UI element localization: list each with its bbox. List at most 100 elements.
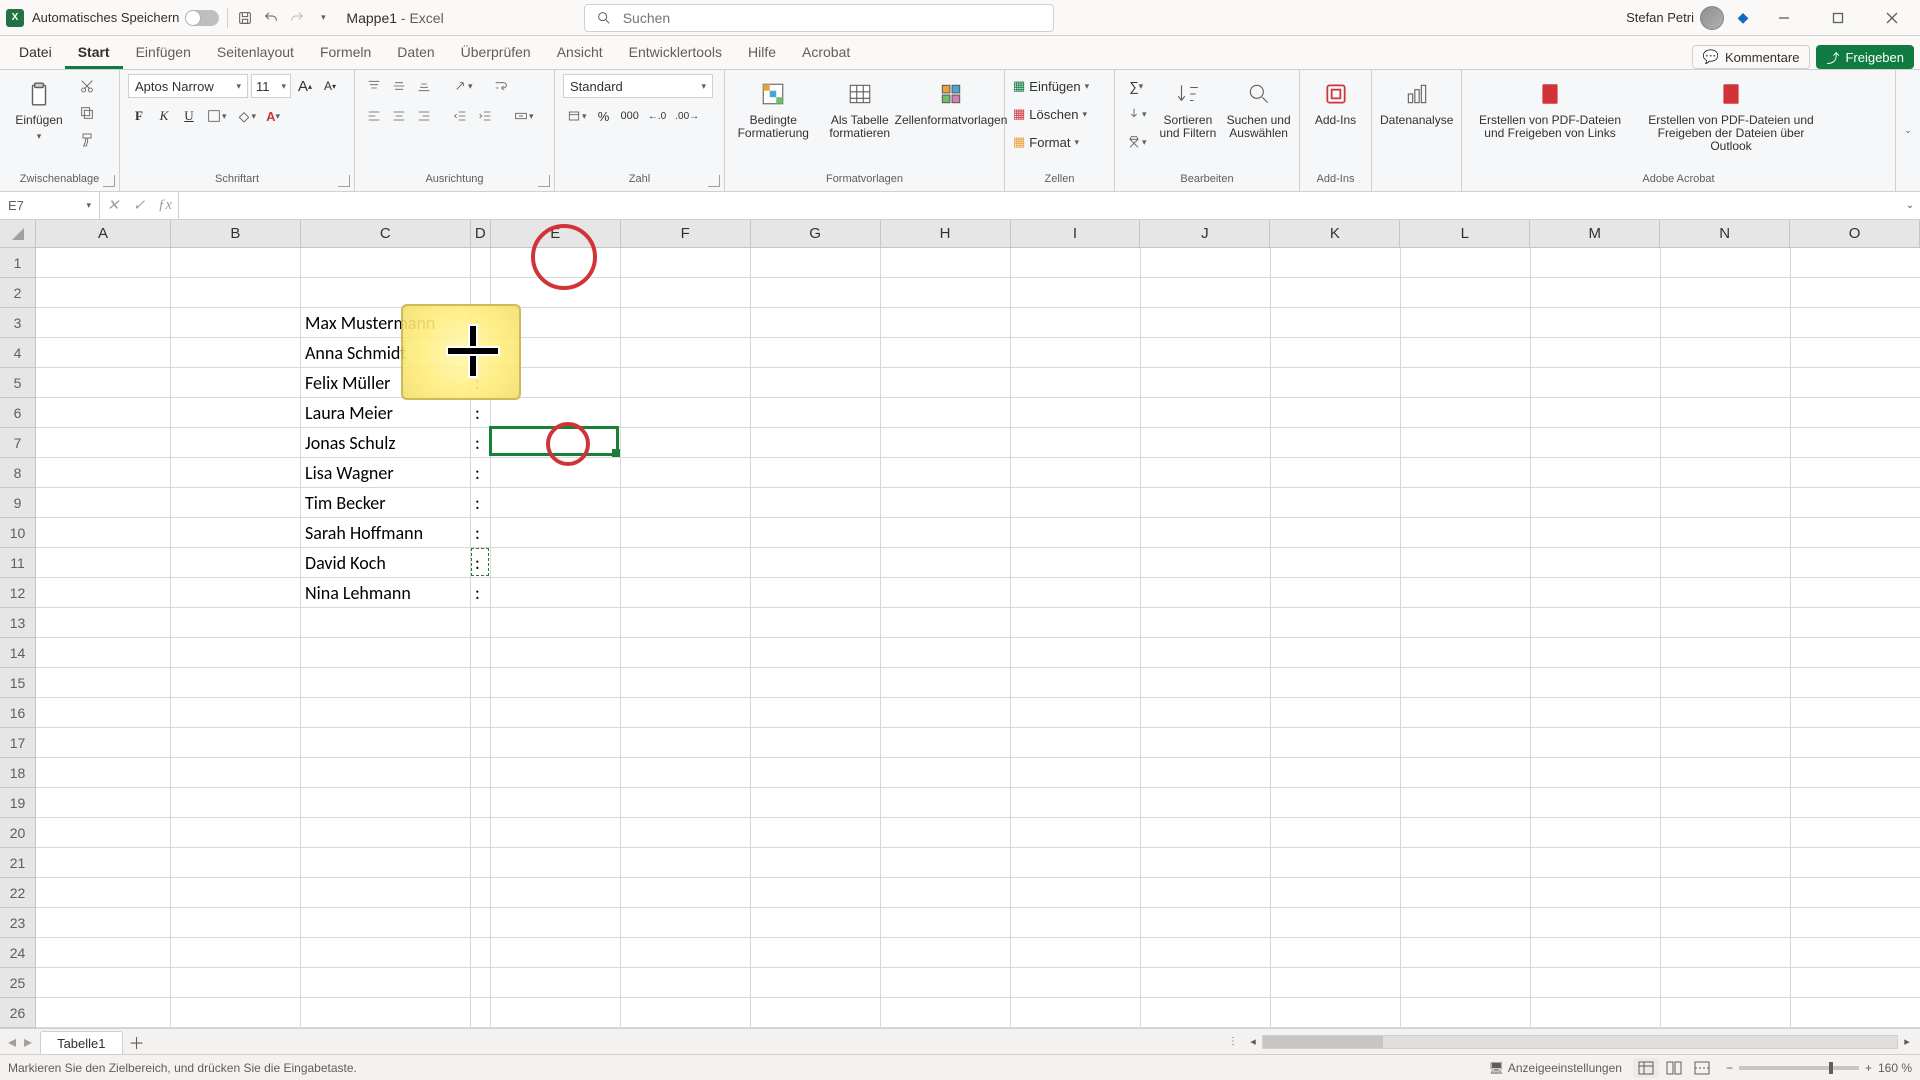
expand-formula-bar-button[interactable]: ⌄ [1900, 192, 1920, 219]
data-analysis-button[interactable]: Datenanalyse [1380, 74, 1453, 127]
row-headers[interactable]: 1234567891011121314151617181920212223242… [0, 248, 36, 1028]
row-header-14[interactable]: 14 [0, 638, 36, 668]
cell-C10[interactable]: Sarah Hoffmann [301, 518, 471, 548]
tab-view[interactable]: Ansicht [544, 35, 616, 69]
cell-C6[interactable]: Laura Meier [301, 398, 471, 428]
select-all-button[interactable] [0, 220, 36, 248]
row-header-3[interactable]: 3 [0, 308, 36, 338]
autosum-button[interactable]: ∑▾ [1123, 74, 1150, 98]
insert-function-button[interactable]: ƒx [152, 194, 178, 218]
row-header-15[interactable]: 15 [0, 668, 36, 698]
font-size-selector[interactable]: 11▾ [251, 74, 291, 98]
cell-C8[interactable]: Lisa Wagner [301, 458, 471, 488]
dialog-launcher-icon[interactable] [103, 175, 115, 187]
align-bottom-button[interactable] [413, 74, 435, 98]
zoom-slider[interactable] [1739, 1066, 1859, 1070]
format-painter-button[interactable] [76, 128, 98, 152]
increase-font-button[interactable]: A▴ [294, 74, 316, 98]
cell-D10[interactable]: : [471, 518, 491, 548]
diamond-icon[interactable]: ◆ [1734, 9, 1752, 27]
row-header-11[interactable]: 11 [0, 548, 36, 578]
create-pdf-link-button[interactable]: Erstellen von PDF-Dateien und Freigeben … [1470, 74, 1630, 140]
align-top-button[interactable] [363, 74, 385, 98]
row-header-25[interactable]: 25 [0, 968, 36, 998]
autosave-toggle[interactable] [185, 10, 219, 26]
row-header-16[interactable]: 16 [0, 698, 36, 728]
share-button[interactable]: ⤴ Freigeben [1816, 45, 1914, 69]
new-sheet-button[interactable]: ＋ [123, 1029, 151, 1054]
row-header-19[interactable]: 19 [0, 788, 36, 818]
cell-D8[interactable]: : [471, 458, 491, 488]
column-headers[interactable]: ABCDEFGHIJKLMNO [36, 220, 1920, 248]
find-select-button[interactable]: Suchen und Auswählen [1226, 74, 1291, 140]
dialog-launcher-icon[interactable] [708, 175, 720, 187]
column-header-K[interactable]: K [1270, 220, 1400, 248]
row-header-24[interactable]: 24 [0, 938, 36, 968]
display-settings-button[interactable]: 🖥 Anzeigeeinstellungen [1489, 1061, 1622, 1075]
row-header-9[interactable]: 9 [0, 488, 36, 518]
row-header-1[interactable]: 1 [0, 248, 36, 278]
number-format-selector[interactable]: Standard▾ [563, 74, 713, 98]
merge-button[interactable]: ▾ [510, 104, 537, 128]
insert-cells-button[interactable]: ▦Einfügen▾ [1013, 74, 1106, 98]
accounting-format-button[interactable]: ▾ [563, 104, 590, 128]
tab-start[interactable]: Start [65, 35, 123, 69]
column-header-I[interactable]: I [1011, 220, 1141, 248]
horizontal-scrollbar[interactable]: ◂ ▸ [1240, 1029, 1920, 1054]
underline-button[interactable]: U [178, 104, 200, 128]
column-header-M[interactable]: M [1530, 220, 1660, 248]
tab-review[interactable]: Überprüfen [448, 35, 544, 69]
row-header-12[interactable]: 12 [0, 578, 36, 608]
cell-C9[interactable]: Tim Becker [301, 488, 471, 518]
split-handle[interactable]: ⋮ [1226, 1029, 1240, 1054]
wrap-text-button[interactable] [490, 74, 512, 98]
name-box[interactable]: E7▾ [0, 192, 100, 219]
decrease-decimal-button[interactable]: .00→ [672, 104, 702, 128]
delete-cells-button[interactable]: ▦Löschen▾ [1013, 102, 1106, 126]
search-box[interactable] [584, 4, 1054, 32]
dialog-launcher-icon[interactable] [538, 175, 550, 187]
cell-D9[interactable]: : [471, 488, 491, 518]
row-header-8[interactable]: 8 [0, 458, 36, 488]
orientation-button[interactable]: ▾ [449, 74, 476, 98]
column-header-J[interactable]: J [1140, 220, 1270, 248]
font-color-button[interactable]: A▾ [262, 104, 284, 128]
sheet-prev-button[interactable]: ◂ [8, 1032, 16, 1052]
column-header-G[interactable]: G [751, 220, 881, 248]
row-header-21[interactable]: 21 [0, 848, 36, 878]
close-button[interactable] [1870, 0, 1914, 36]
enter-formula-button[interactable]: ✓ [126, 194, 152, 218]
user-account[interactable]: Stefan Petri [1626, 6, 1724, 30]
column-header-F[interactable]: F [621, 220, 751, 248]
column-header-N[interactable]: N [1660, 220, 1790, 248]
column-header-A[interactable]: A [36, 220, 171, 248]
row-header-22[interactable]: 22 [0, 878, 36, 908]
column-header-L[interactable]: L [1400, 220, 1530, 248]
minimize-button[interactable] [1762, 0, 1806, 36]
create-pdf-outlook-button[interactable]: Erstellen von PDF-Dateien und Freigeben … [1636, 74, 1826, 154]
fill-button[interactable]: ▾ [1123, 102, 1150, 126]
page-break-view-button[interactable] [1689, 1058, 1715, 1078]
copy-button[interactable] [76, 101, 98, 125]
conditional-formatting-button[interactable]: Bedingte Formatierung [733, 74, 814, 140]
search-input[interactable] [621, 9, 1043, 27]
cell-D12[interactable]: : [471, 578, 491, 608]
zoom-out-button[interactable]: − [1726, 1061, 1733, 1075]
sheet-next-button[interactable]: ▸ [24, 1032, 32, 1052]
paste-button[interactable]: Einfügen ▾ [8, 74, 70, 142]
tab-data[interactable]: Daten [384, 35, 447, 69]
scroll-right-button[interactable]: ▸ [1898, 1033, 1916, 1051]
tab-help[interactable]: Hilfe [735, 35, 789, 69]
dialog-launcher-icon[interactable] [338, 175, 350, 187]
format-cells-button[interactable]: ▦Format▾ [1013, 130, 1106, 154]
column-header-H[interactable]: H [881, 220, 1011, 248]
font-name-selector[interactable]: Aptos Narrow▾ [128, 74, 248, 98]
cell-C7[interactable]: Jonas Schulz [301, 428, 471, 458]
maximize-button[interactable] [1816, 0, 1860, 36]
row-header-13[interactable]: 13 [0, 608, 36, 638]
sheet-tab[interactable]: Tabelle1 [40, 1031, 122, 1054]
tab-devtools[interactable]: Entwicklertools [616, 35, 735, 69]
cut-button[interactable] [76, 74, 98, 98]
redo-icon[interactable] [288, 9, 306, 27]
qat-dropdown-icon[interactable]: ▾ [314, 9, 332, 27]
